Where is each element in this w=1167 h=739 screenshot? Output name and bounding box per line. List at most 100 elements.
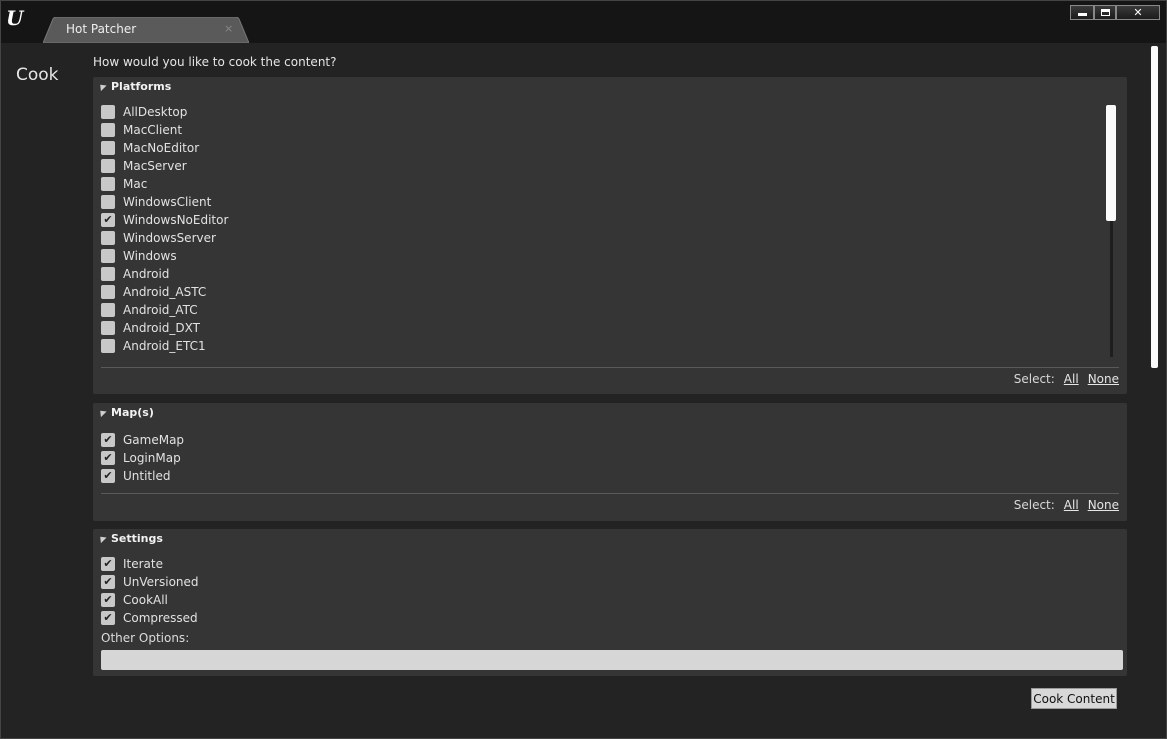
unchecked-checkbox[interactable]: [101, 249, 115, 263]
minimize-icon: [1077, 13, 1087, 16]
checkbox-row[interactable]: ✔ CookAll: [101, 591, 168, 609]
checkbox-row[interactable]: Android_DXT: [101, 319, 200, 337]
maps-select-bar: Select: All None: [1014, 498, 1119, 512]
checkbox-label: Android: [123, 267, 170, 281]
checkbox-label: GameMap: [123, 433, 185, 447]
unchecked-checkbox[interactable]: [101, 159, 115, 173]
tab-title: Hot Patcher: [66, 22, 137, 36]
maps-header[interactable]: Map(s): [97, 405, 154, 419]
checkbox-label: Android_DXT: [123, 321, 200, 335]
other-options-label: Other Options:: [101, 631, 190, 645]
checkbox-row[interactable]: AllDesktop: [101, 103, 187, 121]
platforms-divider: [101, 367, 1119, 368]
settings-header[interactable]: Settings: [97, 531, 163, 545]
collapse-triangle-icon[interactable]: [97, 533, 107, 543]
checked-checkbox[interactable]: ✔: [101, 451, 115, 465]
collapse-triangle-icon[interactable]: [97, 81, 107, 91]
settings-panel: Settings ✔ Iterate ✔ UnVersioned ✔ CookAll ✔ Co…: [93, 529, 1127, 676]
tab-close-icon[interactable]: ×: [224, 22, 233, 35]
main-window: U Hot Patcher × ✕ Cook How would you lik…: [0, 0, 1167, 739]
unchecked-checkbox[interactable]: [101, 321, 115, 335]
unchecked-checkbox[interactable]: [101, 123, 115, 137]
checkbox-row[interactable]: Android_ASTC: [101, 283, 206, 301]
checkbox-label: Compressed: [123, 611, 198, 625]
page-scrollbar-thumb[interactable]: [1151, 46, 1158, 368]
unchecked-checkbox[interactable]: [101, 267, 115, 281]
checkbox-label: Android_ATC: [123, 303, 198, 317]
maximize-button[interactable]: [1094, 5, 1116, 20]
checkbox-label: Android_ETC1: [123, 339, 206, 353]
check-icon: ✔: [103, 611, 113, 624]
checkbox-row[interactable]: WindowsClient: [101, 193, 211, 211]
checkbox-row[interactable]: Mac: [101, 175, 147, 193]
title-bar[interactable]: U Hot Patcher × ✕: [1, 1, 1166, 43]
checkbox-row[interactable]: ✔ GameMap: [101, 431, 184, 449]
select-label: Select:: [1013, 372, 1055, 386]
platforms-select-bar: Select: All None: [1014, 372, 1119, 386]
unchecked-checkbox[interactable]: [101, 231, 115, 245]
checked-checkbox[interactable]: ✔: [101, 469, 115, 483]
checked-checkbox[interactable]: ✔: [101, 433, 115, 447]
check-icon: ✔: [103, 451, 113, 464]
cook-content-button[interactable]: Cook Content: [1031, 688, 1117, 709]
unchecked-checkbox[interactable]: [101, 177, 115, 191]
platforms-list: AllDesktop MacClient MacNoEditor MacServer M…: [93, 103, 1103, 359]
checkbox-row[interactable]: MacNoEditor: [101, 139, 199, 157]
checkbox-row[interactable]: Android_ETC1: [101, 337, 206, 355]
checkbox-row[interactable]: ✔ Iterate: [101, 555, 163, 573]
checkbox-row[interactable]: MacClient: [101, 121, 182, 139]
checkbox-row[interactable]: ✔ LoginMap: [101, 449, 181, 467]
platforms-header[interactable]: Platforms: [97, 79, 172, 93]
checkbox-label: UnVersioned: [123, 575, 199, 589]
checkbox-row[interactable]: ✔ UnVersioned: [101, 573, 199, 591]
collapse-triangle-icon[interactable]: [97, 407, 107, 417]
checked-checkbox[interactable]: ✔: [101, 557, 115, 571]
section-title: Cook: [16, 65, 59, 85]
checkbox-row[interactable]: MacServer: [101, 157, 187, 175]
checked-checkbox[interactable]: ✔: [101, 575, 115, 589]
unchecked-checkbox[interactable]: [101, 339, 115, 353]
checkbox-row[interactable]: Windows: [101, 247, 177, 265]
platforms-header-label: Platforms: [111, 79, 172, 93]
check-icon: ✔: [103, 593, 113, 606]
check-icon: ✔: [103, 433, 113, 446]
select-all-link[interactable]: All: [1064, 498, 1079, 512]
checkbox-label: LoginMap: [123, 451, 181, 465]
platforms-scrollbar-thumb[interactable]: [1106, 105, 1116, 221]
checked-checkbox[interactable]: ✔: [101, 213, 115, 227]
checkbox-row[interactable]: WindowsServer: [101, 229, 216, 247]
checked-checkbox[interactable]: ✔: [101, 593, 115, 607]
platforms-panel: Platforms AllDesktop MacClient MacNoEditor…: [93, 77, 1127, 394]
unchecked-checkbox[interactable]: [101, 285, 115, 299]
unchecked-checkbox[interactable]: [101, 105, 115, 119]
close-button[interactable]: ✕: [1116, 5, 1160, 20]
unchecked-checkbox[interactable]: [101, 141, 115, 155]
checkbox-row[interactable]: ✔ Untitled: [101, 467, 170, 485]
check-icon: ✔: [103, 575, 113, 588]
tab-hot-patcher[interactable]: Hot Patcher ×: [43, 17, 249, 43]
minimize-button[interactable]: [1070, 5, 1094, 20]
other-options-input[interactable]: [101, 650, 1123, 670]
select-none-link[interactable]: None: [1088, 498, 1119, 512]
unchecked-checkbox[interactable]: [101, 195, 115, 209]
checkbox-row[interactable]: Android_ATC: [101, 301, 198, 319]
checkbox-row[interactable]: ✔ Compressed: [101, 609, 198, 627]
prompt-text: How would you like to cook the content?: [93, 55, 337, 69]
checkbox-label: MacNoEditor: [123, 141, 200, 155]
maps-header-label: Map(s): [111, 405, 154, 419]
checkbox-row[interactable]: Android: [101, 265, 169, 283]
checkbox-label: CookAll: [123, 593, 168, 607]
window-controls: ✕: [1070, 5, 1160, 21]
select-none-link[interactable]: None: [1088, 372, 1119, 386]
maximize-icon: [1100, 9, 1110, 16]
check-icon: ✔: [103, 469, 113, 482]
checked-checkbox[interactable]: ✔: [101, 611, 115, 625]
check-icon: ✔: [103, 213, 113, 226]
maps-divider: [101, 493, 1119, 494]
select-all-link[interactable]: All: [1064, 372, 1079, 386]
check-icon: ✔: [103, 557, 113, 570]
unchecked-checkbox[interactable]: [101, 303, 115, 317]
checkbox-row[interactable]: ✔ WindowsNoEditor: [101, 211, 228, 229]
settings-header-label: Settings: [111, 531, 163, 545]
checkbox-label: WindowsNoEditor: [123, 213, 229, 227]
